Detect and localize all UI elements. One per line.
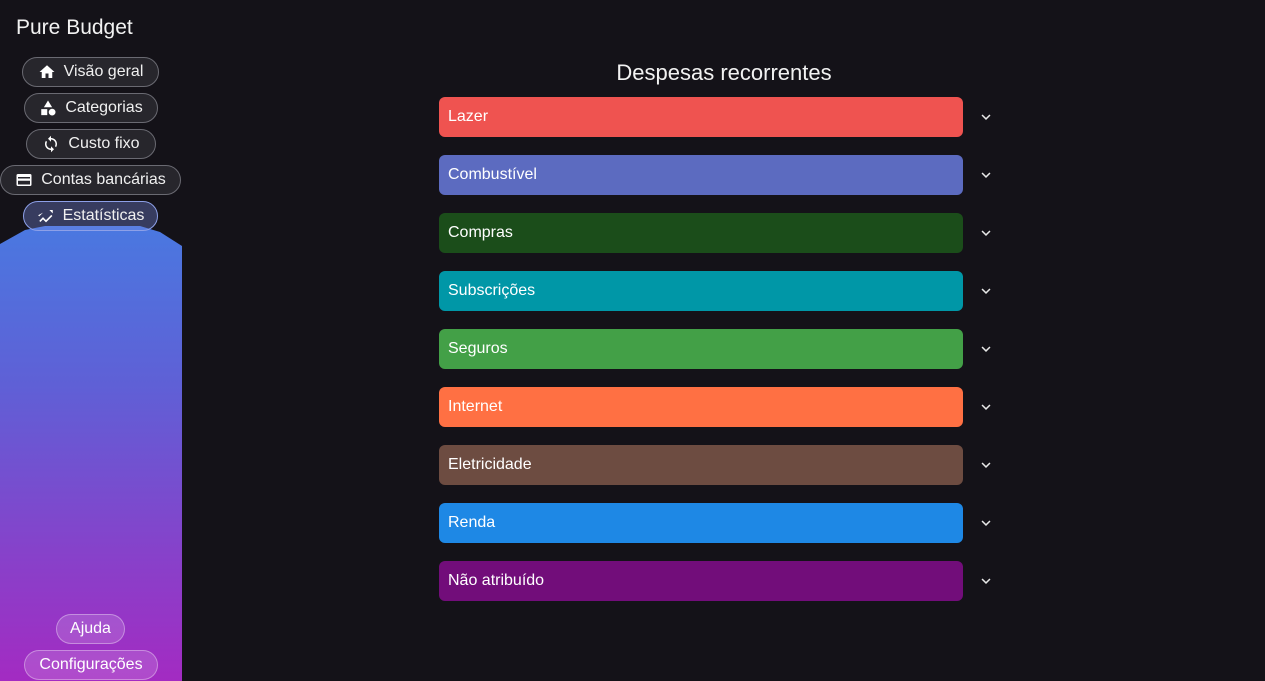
category-bar-renda[interactable]: Renda bbox=[439, 503, 963, 543]
home-icon bbox=[39, 65, 55, 78]
category-bar-compras[interactable]: Compras bbox=[439, 213, 963, 253]
category-list: Lazer Combustível Compras Subscrições Se… bbox=[439, 97, 1009, 619]
category-bar-combustivel[interactable]: Combustível bbox=[439, 155, 963, 195]
category-row: Eletricidade bbox=[439, 445, 1009, 485]
sidebar: Pure Budget Visão geral Categorias Custo… bbox=[0, 0, 182, 681]
category-row: Não atribuído bbox=[439, 561, 1009, 601]
chevron-down-icon bbox=[981, 172, 991, 178]
category-row: Seguros bbox=[439, 329, 1009, 369]
expand-chevron-button[interactable] bbox=[977, 572, 995, 590]
wallet-icon bbox=[16, 174, 32, 186]
expand-chevron-button[interactable] bbox=[977, 340, 995, 358]
expand-chevron-button[interactable] bbox=[977, 166, 995, 184]
category-row: Renda bbox=[439, 503, 1009, 543]
category-row: Subscrições bbox=[439, 271, 1009, 311]
app-title: Pure Budget bbox=[16, 16, 133, 39]
expand-chevron-button[interactable] bbox=[977, 456, 995, 474]
nav-categories-label: Categorias bbox=[65, 99, 143, 116]
chevron-down-icon bbox=[981, 520, 991, 526]
shapes-icon bbox=[41, 100, 56, 116]
chevron-down-icon bbox=[981, 346, 991, 352]
nav-bank-accounts-button[interactable]: Contas bancárias bbox=[0, 165, 181, 195]
expand-chevron-button[interactable] bbox=[977, 398, 995, 416]
category-bar-eletricidade[interactable]: Eletricidade bbox=[439, 445, 963, 485]
category-bar-lazer[interactable]: Lazer bbox=[439, 97, 963, 137]
category-row: Internet bbox=[439, 387, 1009, 427]
nav-fixed-cost-button[interactable]: Custo fixo bbox=[26, 129, 156, 159]
category-bar-nao-atribuido[interactable]: Não atribuído bbox=[439, 561, 963, 601]
chevron-down-icon bbox=[981, 578, 991, 584]
chevron-down-icon bbox=[981, 404, 991, 410]
category-row: Compras bbox=[439, 213, 1009, 253]
nav-bank-accounts-label: Contas bancárias bbox=[41, 171, 166, 188]
category-row: Combustível bbox=[439, 155, 1009, 195]
category-bar-subscricoes[interactable]: Subscrições bbox=[439, 271, 963, 311]
chevron-down-icon bbox=[981, 462, 991, 468]
nav-statistics-label: Estatísticas bbox=[62, 207, 145, 224]
expand-chevron-button[interactable] bbox=[977, 282, 995, 300]
chevron-down-icon bbox=[981, 230, 991, 236]
expand-chevron-button[interactable] bbox=[977, 224, 995, 242]
expand-chevron-button[interactable] bbox=[977, 514, 995, 532]
nav-fixed-cost-label: Custo fixo bbox=[68, 135, 140, 152]
expand-chevron-button[interactable] bbox=[977, 108, 995, 126]
nav-categories-button[interactable]: Categorias bbox=[24, 93, 158, 123]
category-bar-seguros[interactable]: Seguros bbox=[439, 329, 963, 369]
chevron-down-icon bbox=[981, 114, 991, 120]
page-title: Despesas recorrentes bbox=[616, 60, 832, 85]
help-button[interactable]: Ajuda bbox=[56, 614, 125, 644]
sync-icon bbox=[45, 135, 58, 153]
trend-icon bbox=[37, 210, 53, 223]
nav-statistics-button[interactable]: Estatísticas bbox=[23, 201, 158, 231]
sidebar-gradient-panel bbox=[0, 226, 182, 681]
nav-overview-button[interactable]: Visão geral bbox=[22, 57, 159, 87]
settings-button[interactable]: Configurações bbox=[24, 650, 158, 680]
category-row: Lazer bbox=[439, 97, 1009, 137]
category-bar-internet[interactable]: Internet bbox=[439, 387, 963, 427]
chevron-down-icon bbox=[981, 288, 991, 294]
nav-overview-label: Visão geral bbox=[63, 63, 144, 80]
